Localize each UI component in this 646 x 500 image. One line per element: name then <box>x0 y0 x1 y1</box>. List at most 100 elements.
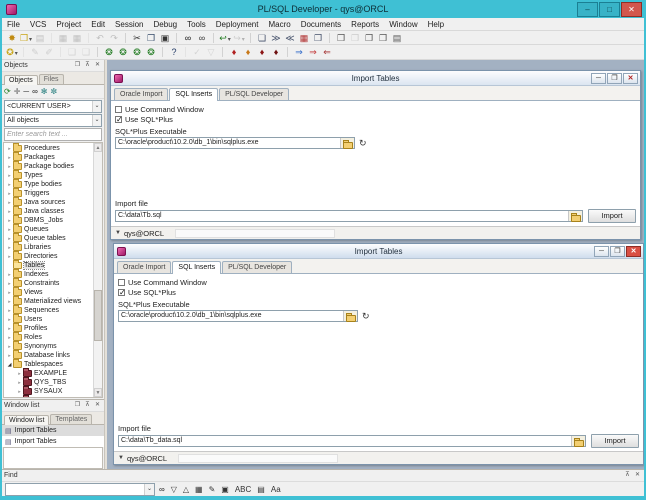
expand-arrow-icon[interactable] <box>6 173 13 179</box>
panel-restore-icon[interactable]: ❐ <box>73 401 82 410</box>
tree-item[interactable]: Views <box>6 287 102 297</box>
expand-arrow-icon[interactable] <box>6 362 13 368</box>
mdi-maximize-button[interactable]: ❐ <box>610 245 625 257</box>
tree-item[interactable]: Tables <box>6 260 102 270</box>
minimize-button[interactable]: – <box>577 1 598 17</box>
mdi-close-button[interactable]: ✕ <box>623 72 638 84</box>
expand-arrow-icon[interactable] <box>6 218 13 224</box>
debug-step-over-icon[interactable]: ❂ <box>130 46 144 58</box>
tab-plsql-developer[interactable]: PL/SQL Developer <box>222 261 293 273</box>
mdi-minimize-button[interactable]: ─ <box>594 245 609 257</box>
use-sqlplus-row[interactable]: Use SQL*Plus <box>118 287 639 297</box>
find-next-icon[interactable]: ∞ <box>195 32 209 44</box>
mdi-maximize-button[interactable]: ❐ <box>607 72 622 84</box>
cut-icon[interactable]: ✂ <box>125 32 144 44</box>
tree-item[interactable]: Tablespaces <box>6 359 102 369</box>
close-button[interactable]: ✕ <box>621 1 642 17</box>
whole-word-icon[interactable]: ABC <box>235 484 251 496</box>
window-pair-icon[interactable]: ❒ <box>376 32 390 44</box>
doc-eject-icon[interactable]: ❐ <box>311 32 325 44</box>
panel-close-icon[interactable]: ✕ <box>93 401 102 410</box>
panel-close-icon[interactable]: ✕ <box>93 61 102 70</box>
expand-arrow-icon[interactable] <box>16 371 23 377</box>
browse-folder-icon[interactable] <box>568 210 582 222</box>
session-status-bar[interactable]: ▼ qys@ORCL <box>114 451 643 464</box>
lock2-icon[interactable]: ❑ <box>79 46 93 58</box>
expand-arrow-icon[interactable] <box>16 380 23 386</box>
mdi-minimize-button[interactable]: ─ <box>591 72 606 84</box>
import-button[interactable]: Import <box>588 208 636 223</box>
nav-blue-icon[interactable]: ⇒ <box>287 46 306 58</box>
tab-sql-inserts[interactable]: SQL Inserts <box>169 88 219 101</box>
expand-arrow-icon[interactable] <box>6 164 13 170</box>
find-combobox-value[interactable] <box>6 484 144 495</box>
window-list-item[interactable]: ▤ Import Tables <box>2 425 104 436</box>
menu-window[interactable]: Window <box>384 20 422 29</box>
object-search-input[interactable]: Enter search text ... <box>4 128 102 141</box>
cascade-windows-icon[interactable]: ❒ <box>329 32 348 44</box>
new-doc-icon[interactable]: ❏ <box>250 32 269 44</box>
tree-item[interactable]: Queues <box>6 224 102 234</box>
menu-edit[interactable]: Edit <box>86 20 110 29</box>
expand-icon[interactable]: ▽ <box>204 46 218 58</box>
lock-icon[interactable]: ❑ <box>60 46 79 58</box>
chevron-down-icon[interactable]: ⌄ <box>144 484 154 495</box>
panel-pin-icon[interactable]: ⊼ <box>623 471 632 480</box>
expand-arrow-icon[interactable] <box>6 200 13 206</box>
tree-item[interactable]: Type bodies <box>6 179 102 189</box>
import-file-value[interactable]: C:\data\Tb.sql <box>116 211 568 221</box>
refresh-icon[interactable]: ↻ <box>359 138 367 148</box>
menu-project[interactable]: Project <box>51 20 86 29</box>
break4-icon[interactable]: ♦ <box>269 46 283 58</box>
tree-item[interactable]: Indexes <box>6 269 102 279</box>
debug-run-icon[interactable]: ❂ <box>97 46 116 58</box>
scroll-down-icon[interactable]: ▼ <box>94 388 102 397</box>
tree-item[interactable]: Procedures <box>6 143 102 153</box>
menu-help[interactable]: Help <box>423 20 449 29</box>
menu-session[interactable]: Session <box>110 20 148 29</box>
window-list-item[interactable]: ▤ Import Tables <box>2 436 104 447</box>
find-combobox[interactable]: ⌄ <box>5 483 155 496</box>
expand-arrow-icon[interactable] <box>6 146 13 152</box>
use-sqlplus-checkbox[interactable] <box>118 288 126 297</box>
expand-arrow-icon[interactable] <box>6 236 13 242</box>
import-file-value[interactable]: C:\data\Tb_data.sql <box>119 436 571 446</box>
browse-folder-icon[interactable] <box>343 310 357 322</box>
menu-deployment[interactable]: Deployment <box>211 20 264 29</box>
use-command-window-row[interactable]: Use Command Window <box>115 104 636 114</box>
chevron-down-icon[interactable]: ⌄ <box>92 115 101 126</box>
tree-scrollbar[interactable]: ▲ ▼ <box>93 143 102 397</box>
redo-icon[interactable]: ↷ <box>107 32 121 44</box>
executable-path-value[interactable]: C:\oracle\product\10.2.0\db_1\bin\sqlplu… <box>119 311 343 321</box>
expand-arrow-icon[interactable] <box>6 182 13 188</box>
expand-arrow-icon[interactable] <box>6 344 13 350</box>
collapse-all-icon[interactable]: ✼ <box>50 86 57 98</box>
use-command-window-checkbox[interactable] <box>115 105 122 113</box>
edit2-icon[interactable]: ✐ <box>42 46 56 58</box>
nav-red-icon[interactable]: ⇒ <box>306 46 320 58</box>
tab-files[interactable]: Files <box>38 74 64 84</box>
tile-windows-icon[interactable]: ❒ <box>348 32 362 44</box>
search-up-icon[interactable]: △ <box>183 484 189 496</box>
collapse-arrow-icon[interactable]: ▼ <box>115 230 121 236</box>
expand-arrow-icon[interactable] <box>16 398 23 399</box>
search-down-icon[interactable]: ▽ <box>171 484 177 496</box>
tree-item[interactable]: Materialized views <box>6 296 102 306</box>
edit-pencil-icon[interactable]: ✎ <box>209 484 216 496</box>
user-dropdown[interactable]: <CURRENT USER> ⌄ <box>4 100 102 113</box>
paste-icon[interactable]: ▣ <box>158 32 172 44</box>
save-icon[interactable]: ▤ <box>33 32 47 44</box>
undo-icon[interactable]: ↶ <box>88 32 107 44</box>
remove-icon[interactable]: ─ <box>23 86 29 98</box>
maximize-button[interactable]: □ <box>599 1 620 17</box>
use-sqlplus-row[interactable]: Use SQL*Plus <box>115 114 636 124</box>
find-icon[interactable]: ∞ <box>176 32 195 44</box>
tree-item[interactable]: Constraints <box>6 278 102 288</box>
print-icon[interactable]: ▦ <box>51 32 70 44</box>
browse-folder-icon[interactable] <box>340 137 354 149</box>
expand-arrow-icon[interactable] <box>6 155 13 161</box>
scroll-up-icon[interactable]: ▲ <box>94 143 102 152</box>
expand-arrow-icon[interactable] <box>6 326 13 332</box>
print-preview-icon[interactable]: ▦ <box>70 32 84 44</box>
tree-item[interactable]: Package bodies <box>6 161 102 171</box>
